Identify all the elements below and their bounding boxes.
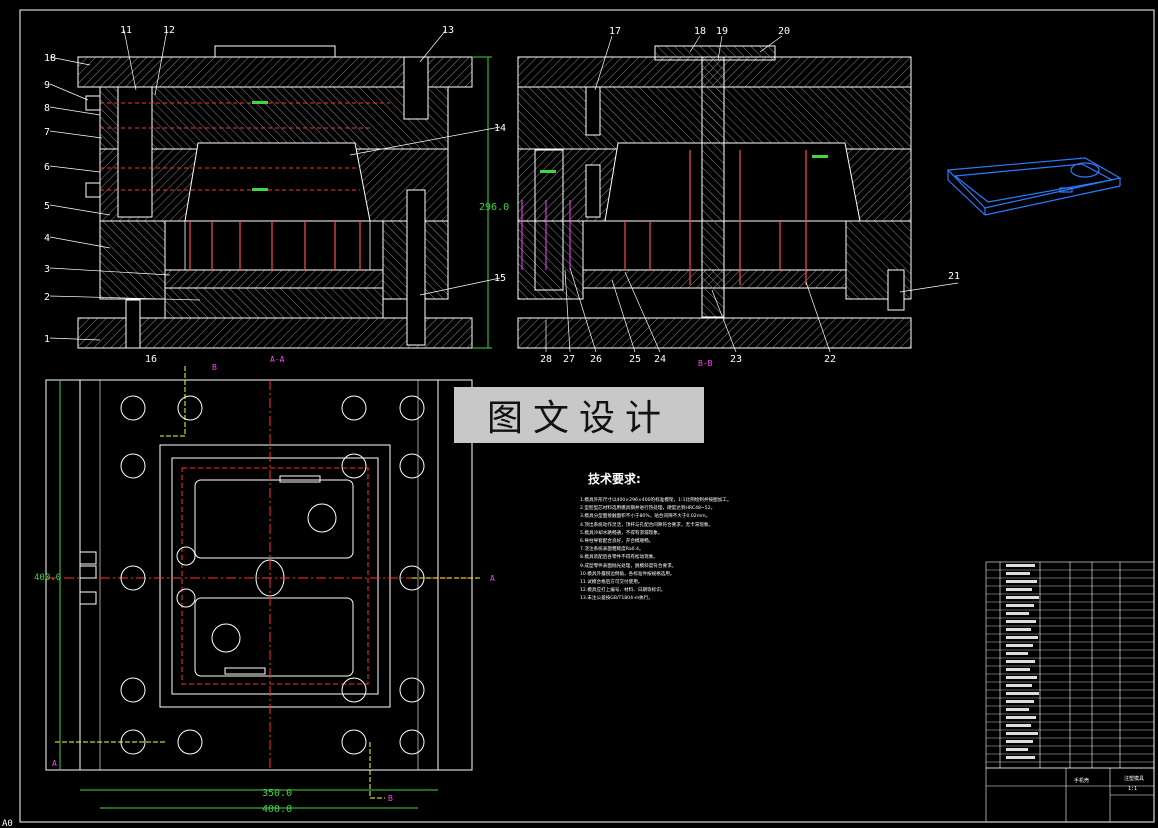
note-item: 13.未注公差按GB/T1804-m执行。 [580,596,653,602]
title-scale: 1:1 [1128,786,1137,792]
note-item: 2.型腔型芯材料选用模具钢并进行热处理，硬度达到HRC48~52。 [580,506,716,512]
note-item: 11.试模合格后方可交付使用。 [580,580,643,586]
bom-cell-mark [1006,604,1034,607]
note-item: 12.模具应打上编号、材料、日期等标识。 [580,588,666,594]
technical-requirements: 技术要求: 1.模具外形尺寸以400×296×400的标准模架，1:1比例绘制并… [580,470,731,604]
note-item: 6.导柱导套配合良好，开合模顺畅。 [580,539,654,545]
bom-cell-mark [1006,636,1038,639]
note-item: 1.模具外形尺寸以400×296×400的标准模架，1:1比例绘制并按图加工。 [580,498,732,503]
part-number-label: 3 [44,264,50,275]
part-number-label: 12 [163,25,175,36]
bom-cell-mark [1006,756,1035,759]
part-number-label: 22 [824,354,836,365]
bom-cell-mark [1006,676,1037,679]
part-number-label: 24 [654,354,666,365]
bom-cell-mark [1006,588,1032,591]
part-number-label: 23 [730,354,742,365]
bom-cell-mark [1006,740,1033,743]
part-number-label: 4 [44,233,50,244]
part-number-label: 9 [44,80,50,91]
note-item: 8.模具装配后各零件不得有松动现象。 [580,555,658,561]
part-number-label: 19 [716,26,728,37]
plan-view: 350.0 400.0 400.0 A0 [2,366,480,828]
bom-cell-mark [1006,748,1028,751]
bom-cell-mark [1006,708,1029,711]
bom-table [985,561,1155,769]
section-aa-label: A-A [270,355,285,364]
note-item: 10.模具外露锐边倒角，各标准件按规格选用。 [580,571,675,577]
note-item: 5.模具冷却水路畅通，不得有渗漏现象。 [580,530,663,536]
note-item: 4.顶出系统动作灵活，顶杆与孔配合间隙符合要求，无卡滞现象。 [580,522,714,528]
part-number-label: 17 [609,26,621,37]
notes-title: 技术要求: [588,472,641,486]
note-item: 3.模具分型面接触面积不小于80%，贴合间隙不大于0.02mm。 [580,514,711,520]
part-number-label: 11 [120,25,132,36]
part-number-label: 26 [590,354,602,365]
part-number-label: 7 [44,127,50,138]
part-number-label: 13 [442,25,454,36]
bom-cell-mark [1006,628,1031,631]
title-name: 手机壳 [1074,777,1089,784]
section-bb-label: B-B [698,359,713,368]
product-isometric [946,157,1122,216]
bom-cell-mark [1006,716,1036,719]
dim-plan-height: 400.0 [34,573,61,583]
section-b-b-view: B-B [517,45,912,368]
bom-cell-mark [1006,732,1038,735]
part-number-label: 1 [44,334,50,345]
section-letters: B A A B [52,363,495,803]
bom-cell-mark [1006,596,1039,599]
part-number-label: 25 [629,354,641,365]
part-number-label: 18 [44,53,56,64]
bom-cell-mark [1006,564,1035,567]
bom-cell-mark [1006,668,1030,671]
bom-cell-mark [1006,572,1030,575]
bom-cell-mark [1006,660,1035,663]
dim-height: 296.0 [479,202,509,213]
part-number-label: 21 [948,271,960,282]
part-number-label: 27 [563,354,575,365]
svg-text:B: B [388,794,393,803]
part-number-label: 15 [494,273,506,284]
part-number-label: 8 [44,103,50,114]
part-number-label: 2 [44,292,50,303]
note-item: 9.成型零件表面抛光处理，脱模斜度符合要求。 [580,563,677,569]
svg-text:A: A [490,574,495,583]
notes-list: 1.模具外形尺寸以400×296×400的标准模架，1:1比例绘制并按图加工。 2… [580,497,731,604]
title-code: 注塑模具 [1124,775,1144,782]
svg-text:A: A [52,759,57,768]
part-number-16: 16 [145,354,157,365]
bom-cell-mark [1006,644,1033,647]
dim-plan-inner-width: 350.0 [262,788,292,799]
dim-plan-width: 400.0 [262,804,292,815]
part-number-label: 18 [694,26,706,37]
part-number-label: 6 [44,162,50,173]
note-item: 7.浇注系统表面粗糙度Ra0.4。 [580,547,644,553]
bom-cell-mark [1006,652,1028,655]
sheet-mark: A0 [2,819,13,828]
section-a-a-view: 296.0 A-A 16 [77,45,509,365]
watermark: 图文设计 [454,387,704,443]
svg-text:B: B [212,363,217,372]
bom-cell-mark [1006,684,1032,687]
bom-cell-mark [1006,612,1029,615]
part-number-label: 14 [494,123,506,134]
part-number-label: 28 [540,354,552,365]
part-number-label: 5 [44,201,50,212]
part-number-label: 20 [778,26,790,37]
bom-cell-mark [1006,620,1036,623]
bom-cell-mark [1006,580,1037,583]
bom-cell-mark [1006,724,1031,727]
bom-cell-mark [1006,700,1034,703]
bom-cell-mark [1006,692,1039,695]
